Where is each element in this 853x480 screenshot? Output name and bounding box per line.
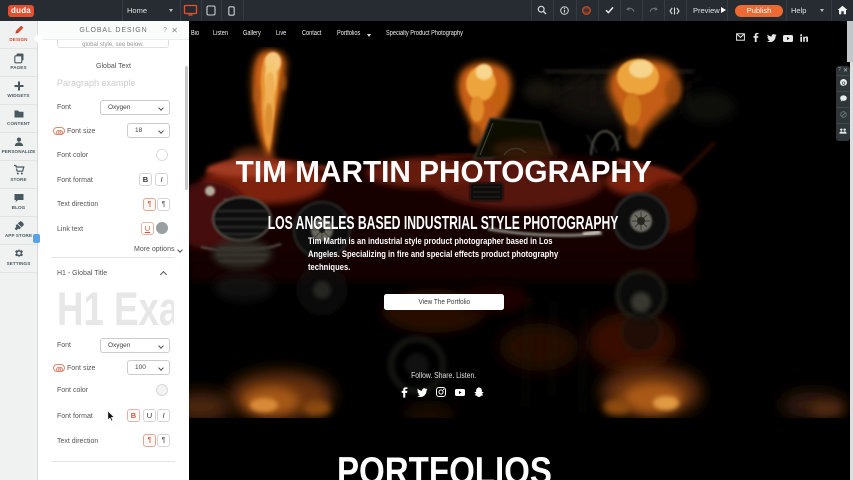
svg-text:Q: Q — [841, 80, 845, 86]
